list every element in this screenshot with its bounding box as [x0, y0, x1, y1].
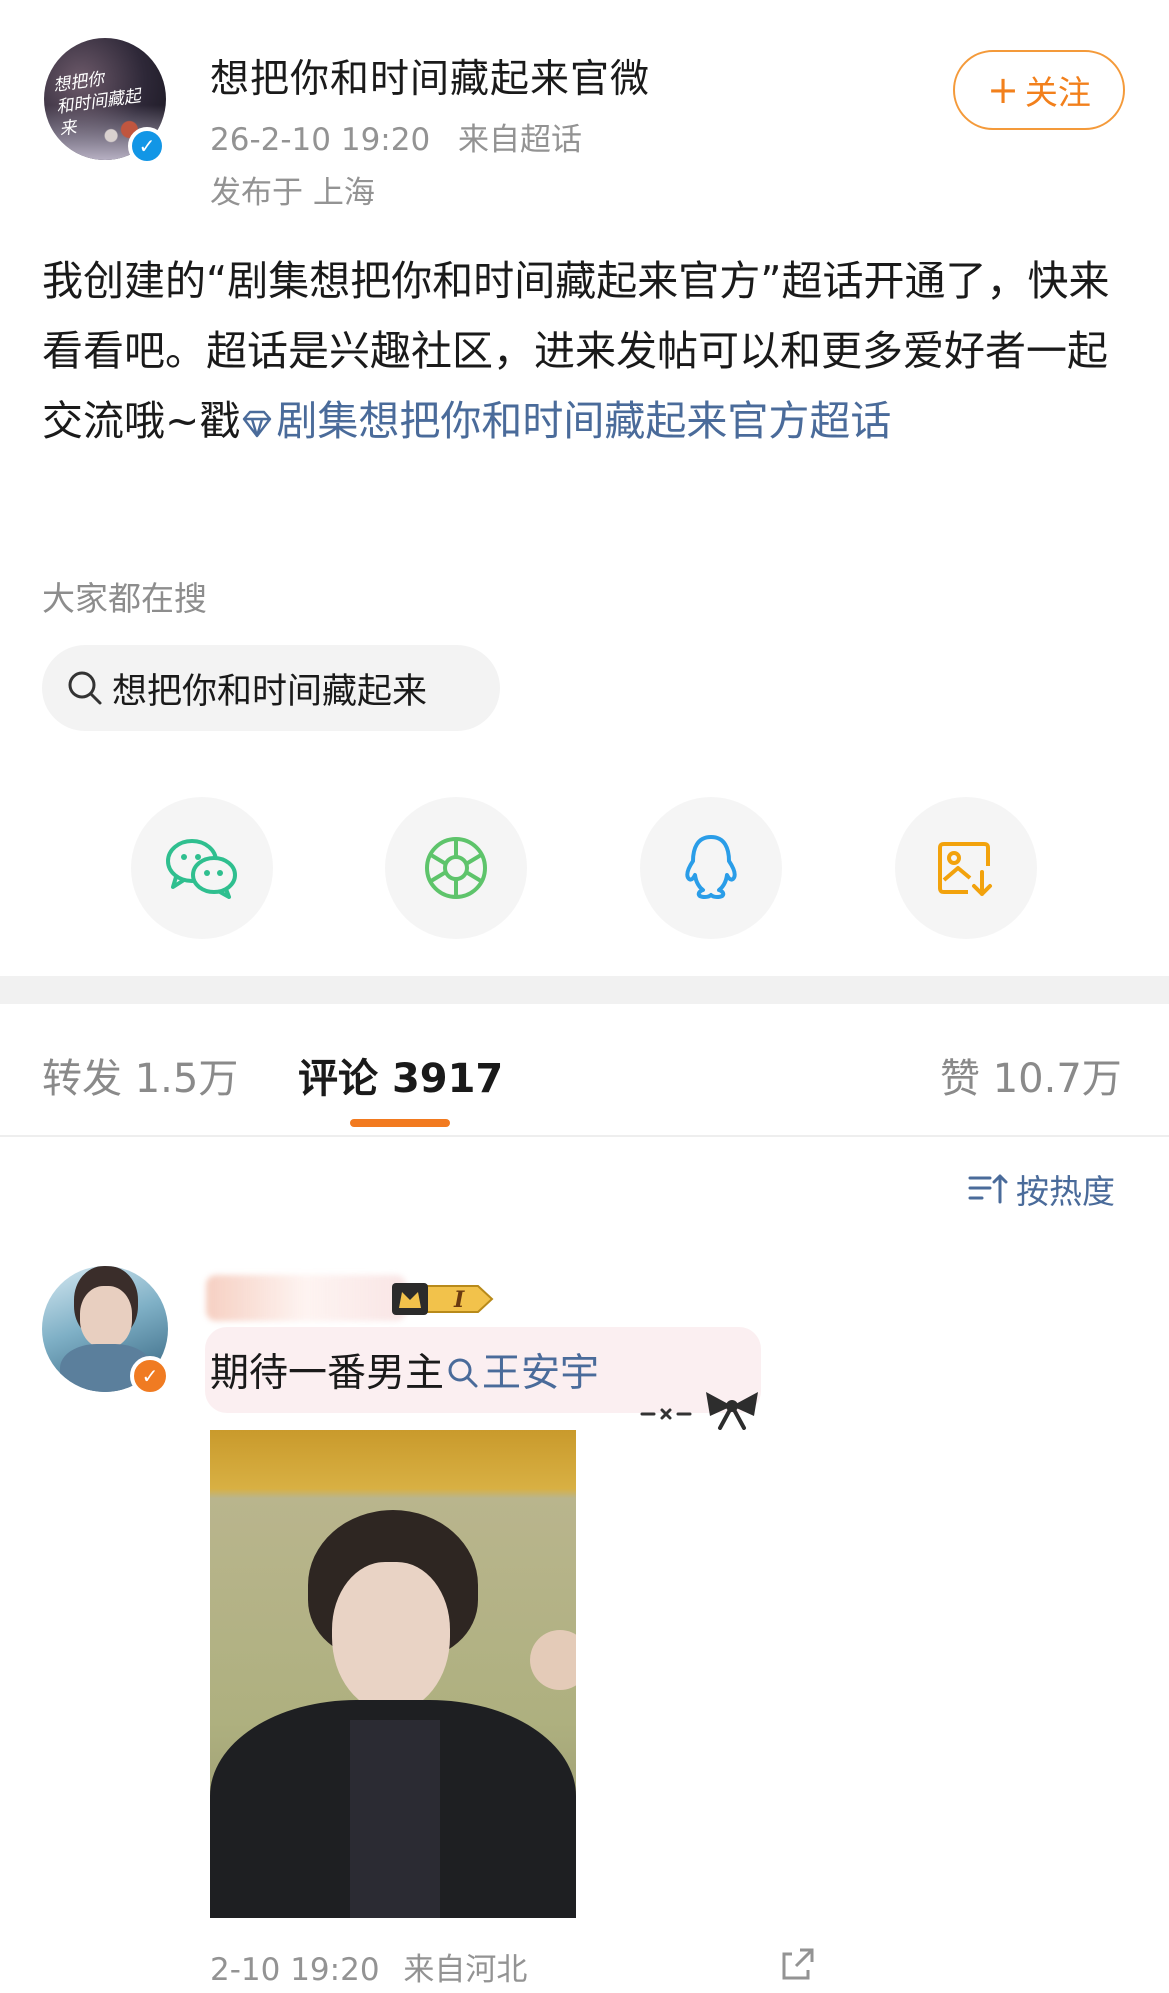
- post-body: 我创建的“剧集想把你和时间藏起来官方”超话开通了，快来看看吧。超话是兴趣社区，进…: [42, 246, 1132, 456]
- comment-topic-text: 王安宇: [482, 1351, 600, 1396]
- follow-label: 关注: [1024, 73, 1091, 112]
- diamond-icon: [243, 410, 272, 438]
- photo-shirt: [350, 1720, 440, 1918]
- post-meta: 26-2-10 19:20 来自超话: [210, 114, 600, 159]
- post-time: 26-2-10 19:20: [210, 122, 431, 158]
- tab-likes-count: 10.7万: [992, 1056, 1122, 1102]
- fan-rank-badge: I: [392, 1283, 494, 1315]
- rank-level: I: [453, 1287, 465, 1313]
- sort-label: 按热度: [1016, 1172, 1115, 1211]
- sort-icon: [968, 1174, 1008, 1204]
- commenter-name-blurred[interactable]: [206, 1275, 406, 1321]
- qq-icon: [685, 835, 737, 899]
- tab-repost[interactable]: 转发 1.5万: [42, 1046, 238, 1104]
- sort-button[interactable]: 按热度: [968, 1165, 1115, 1213]
- tab-comments-count: 3917: [391, 1056, 504, 1102]
- wechat-icon: [166, 839, 237, 899]
- tab-comments-label: 评论: [298, 1056, 378, 1102]
- moments-icon: [425, 837, 487, 899]
- tab-likes-label: 赞: [940, 1056, 980, 1102]
- hot-search-query: 想把你和时间藏起来: [112, 671, 428, 712]
- plus-icon: +: [987, 68, 1019, 112]
- save-image-icon: [938, 842, 992, 896]
- comment-source: 来自河北: [403, 1952, 528, 1988]
- bow-icon: [640, 1392, 758, 1430]
- hot-search-label: 大家都在搜: [42, 579, 207, 618]
- comment-time: 2-10 19:20: [210, 1952, 380, 1988]
- supertopic-link-text: 剧集想把你和时间藏起来官方超话: [276, 397, 892, 445]
- comment-meta: 2-10 19:20 来自河北: [210, 1944, 527, 1989]
- search-icon: [448, 1358, 478, 1388]
- share-moments-button[interactable]: [385, 797, 527, 939]
- share-wechat-button[interactable]: [131, 797, 273, 939]
- tab-repost-label: 转发: [42, 1056, 122, 1102]
- author-name[interactable]: 想把你和时间藏起来官微: [210, 48, 650, 104]
- supertopic-link[interactable]: 剧集想把你和时间藏起来官方超话: [240, 397, 891, 445]
- tabs-divider: [0, 1135, 1169, 1137]
- save-image-button[interactable]: [895, 797, 1037, 939]
- hot-search-chip[interactable]: 想把你和时间藏起来: [42, 645, 500, 731]
- comment-text: 期待一番男主 王安宇: [210, 1342, 599, 1398]
- photo-hand: [530, 1630, 576, 1690]
- tab-comments[interactable]: 评论 3917: [298, 1046, 503, 1104]
- follow-button[interactable]: + 关注: [953, 50, 1125, 130]
- share-icon[interactable]: [776, 1944, 818, 1986]
- tab-repost-count: 1.5万: [134, 1056, 239, 1102]
- post-source: 来自超话: [458, 122, 583, 158]
- verified-icon: ✓: [128, 127, 166, 165]
- comment-topic-link[interactable]: 王安宇: [444, 1351, 599, 1396]
- comment-image[interactable]: [210, 1430, 576, 1918]
- comment-actions: [776, 1944, 818, 1986]
- photo-face: [332, 1562, 450, 1712]
- post-location: 发布于 上海: [210, 175, 375, 211]
- search-icon: [68, 671, 102, 705]
- commenter-verified-icon: ✓: [130, 1356, 170, 1396]
- active-tab-indicator: [350, 1119, 450, 1127]
- comment-body: 期待一番男主: [210, 1351, 445, 1396]
- section-divider: [0, 976, 1169, 1004]
- tab-likes[interactable]: 赞 10.7万: [940, 1046, 1122, 1104]
- avatar-face: [80, 1286, 132, 1348]
- share-qq-button[interactable]: [640, 797, 782, 939]
